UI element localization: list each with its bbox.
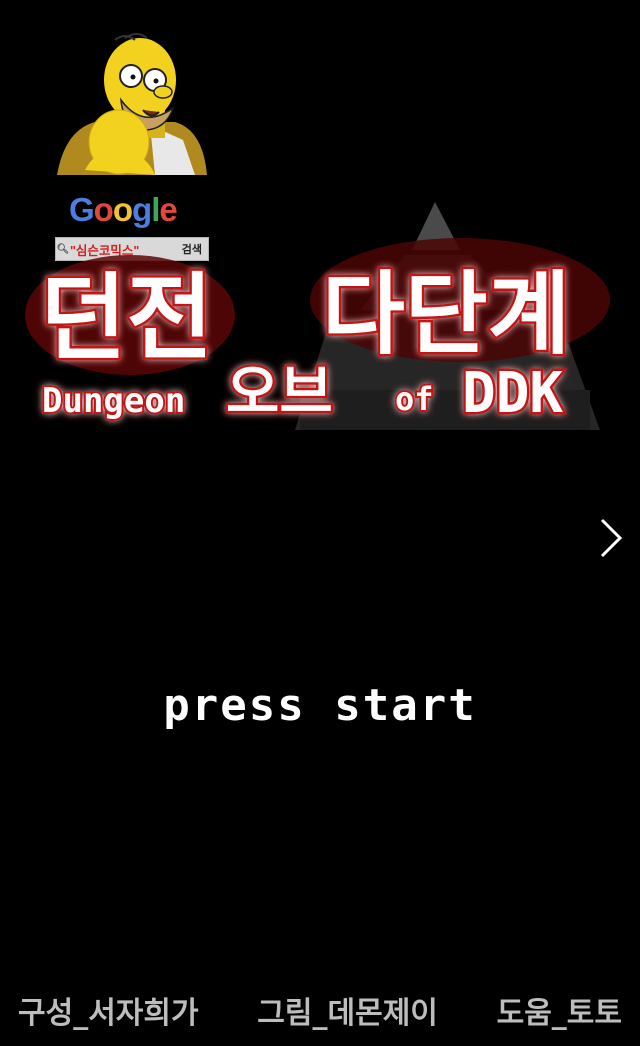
cartoon-character-image [57, 33, 207, 175]
game-title-logo: 던전 다단계 Dungeon 오브 of DDK [0, 190, 640, 440]
credits-bar: 구성_서자희가 그림_데몬제이 도움_토토 [0, 988, 640, 1032]
credit-art: 그림_데몬제이 [257, 996, 438, 1031]
subtitle-dungeon: Dungeon [42, 381, 185, 421]
credit-help: 도움_토토 [496, 996, 622, 1031]
chevron-right-icon [600, 518, 623, 558]
press-start-button[interactable]: press start [0, 680, 640, 731]
title-korean-right: 다단계 [322, 262, 570, 367]
subtitle-ddk: DDK [462, 361, 563, 426]
next-page-button[interactable] [596, 516, 626, 560]
title-korean-left: 던전 [40, 264, 213, 373]
subtitle-of: of [395, 380, 434, 418]
subtitle-korean: 오브 [226, 358, 333, 426]
credit-composition: 구성_서자희가 [18, 996, 199, 1031]
